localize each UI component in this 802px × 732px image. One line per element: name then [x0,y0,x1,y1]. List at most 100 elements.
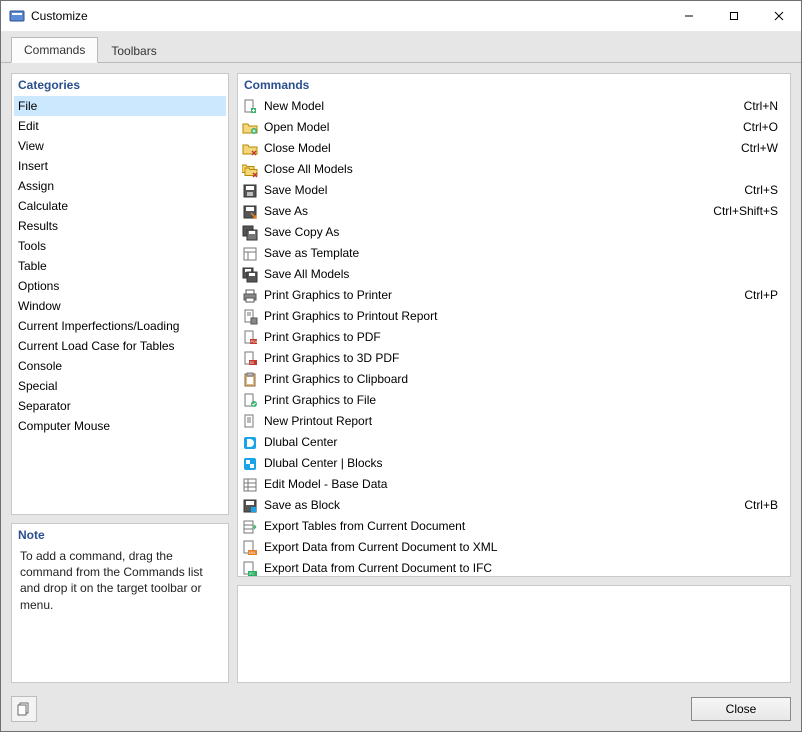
category-item[interactable]: File [14,96,226,116]
save-as-icon [242,204,258,220]
titlebar: Customize [1,1,801,32]
right-column: Commands New Model Ctrl+N Open Model Ctrl+O… [237,73,791,683]
category-item[interactable]: View [14,136,226,156]
command-label: Print Graphics to File [264,390,784,411]
command-label: Export Data from Current Document to IFC [264,558,784,576]
command-item[interactable]: New Model Ctrl+N [240,96,788,117]
customize-dialog: Customize Commands Toolbars Categories F… [0,0,802,732]
command-label: New Model [264,96,738,117]
command-label: Open Model [264,117,737,138]
export-xml-icon: XML [242,540,258,556]
print-3dpdf-icon: 3D [242,351,258,367]
command-label: Print Graphics to PDF [264,327,784,348]
category-item[interactable]: Current Imperfections/Loading [14,316,226,336]
command-item[interactable]: Print Graphics to Printer Ctrl+P [240,285,788,306]
category-item[interactable]: Special [14,376,226,396]
category-item[interactable]: Window [14,296,226,316]
command-label: Export Data from Current Document to XML [264,537,784,558]
command-item[interactable]: Save Copy As [240,222,788,243]
category-item[interactable]: Current Load Case for Tables [14,336,226,356]
svg-text:3D: 3D [250,361,255,365]
categories-panel: Categories FileEditViewInsertAssignCalcu… [11,73,229,515]
command-shortcut: Ctrl+B [744,495,784,516]
copy-to-clipboard-icon[interactable] [11,696,37,722]
command-item[interactable]: Print Graphics to File [240,390,788,411]
edit-model-icon [242,477,258,493]
category-item[interactable]: Results [14,216,226,236]
folder-close-all-icon [242,162,258,178]
command-label: Print Graphics to 3D PDF [264,348,784,369]
tab-toolbars[interactable]: Toolbars [98,38,169,63]
file-image-icon [242,393,258,409]
command-item[interactable]: Dlubal Center | Blocks [240,453,788,474]
commands-list[interactable]: New Model Ctrl+N Open Model Ctrl+OClose Mod… [238,96,790,576]
category-item[interactable]: Insert [14,156,226,176]
command-item[interactable]: Edit Model - Base Data [240,474,788,495]
command-label: Save Copy As [264,222,784,243]
command-item[interactable]: Close ModelCtrl+W [240,138,788,159]
category-item[interactable]: Edit [14,116,226,136]
description-panel [237,585,791,683]
minimize-button[interactable] [666,1,711,31]
category-item[interactable]: Computer Mouse [14,416,226,436]
print-pdf-icon: PDF [242,330,258,346]
command-item[interactable]: XML Export Data from Current Document to … [240,537,788,558]
command-item[interactable]: Print Graphics to Clipboard [240,369,788,390]
category-item[interactable]: Tools [14,236,226,256]
command-label: Save as Block [264,495,738,516]
save-template-icon [242,246,258,262]
command-item[interactable]: Save as Block Ctrl+B [240,495,788,516]
commands-header: Commands [238,74,790,96]
command-item[interactable]: Open Model Ctrl+O [240,117,788,138]
command-item[interactable]: Save as Template [240,243,788,264]
left-column: Categories FileEditViewInsertAssignCalcu… [11,73,229,683]
command-item[interactable]: Save ModelCtrl+S [240,180,788,201]
save-icon [242,183,258,199]
category-item[interactable]: Assign [14,176,226,196]
tabstrip: Commands Toolbars [1,32,801,63]
command-label: Save Model [264,180,738,201]
command-shortcut: Ctrl+P [744,285,784,306]
category-item[interactable]: Options [14,276,226,296]
category-item[interactable]: Table [14,256,226,276]
command-shortcut: Ctrl+Shift+S [713,201,784,222]
command-item[interactable]: PDF Print Graphics to PDF [240,327,788,348]
close-button[interactable]: Close [691,697,791,721]
svg-text:IFC: IFC [249,572,255,576]
command-label: Save as Template [264,243,784,264]
dlubal-center-icon [242,435,258,451]
clipboard-icon [242,372,258,388]
category-item[interactable]: Calculate [14,196,226,216]
save-block-icon [242,498,258,514]
doc-new-icon [242,99,258,115]
save-copy-icon [242,225,258,241]
command-label: Print Graphics to Printer [264,285,738,306]
command-item[interactable]: Close All Models [240,159,788,180]
command-item[interactable]: Save As Ctrl+Shift+S [240,201,788,222]
command-item[interactable]: 3D Print Graphics to 3D PDF [240,348,788,369]
maximize-button[interactable] [711,1,756,31]
command-shortcut: Ctrl+W [741,138,784,159]
export-ifc-icon: IFC [242,561,258,577]
command-item[interactable]: Save All Models [240,264,788,285]
category-item[interactable]: Separator [14,396,226,416]
categories-list[interactable]: FileEditViewInsertAssignCalculateResults… [12,96,228,440]
print-report-icon [242,309,258,325]
note-panel: Note To add a command, drag the command … [11,523,229,683]
tab-commands[interactable]: Commands [11,37,98,63]
folder-close-icon [242,141,258,157]
category-item[interactable]: Console [14,356,226,376]
window-close-button[interactable] [756,1,801,31]
command-shortcut: Ctrl+N [744,96,784,117]
command-label: Save As [264,201,707,222]
window-title: Customize [31,9,88,23]
command-item[interactable]: IFC Export Data from Current Document to … [240,558,788,576]
save-all-icon [242,267,258,283]
command-item[interactable]: Dlubal Center [240,432,788,453]
command-shortcut: Ctrl+O [743,117,784,138]
command-item[interactable]: New Printout Report [240,411,788,432]
command-item[interactable]: Print Graphics to Printout Report [240,306,788,327]
commands-panel: Commands New Model Ctrl+N Open Model Ctrl+O… [237,73,791,577]
command-item[interactable]: Export Tables from Current Document [240,516,788,537]
content-area: Categories FileEditViewInsertAssignCalcu… [1,63,801,687]
